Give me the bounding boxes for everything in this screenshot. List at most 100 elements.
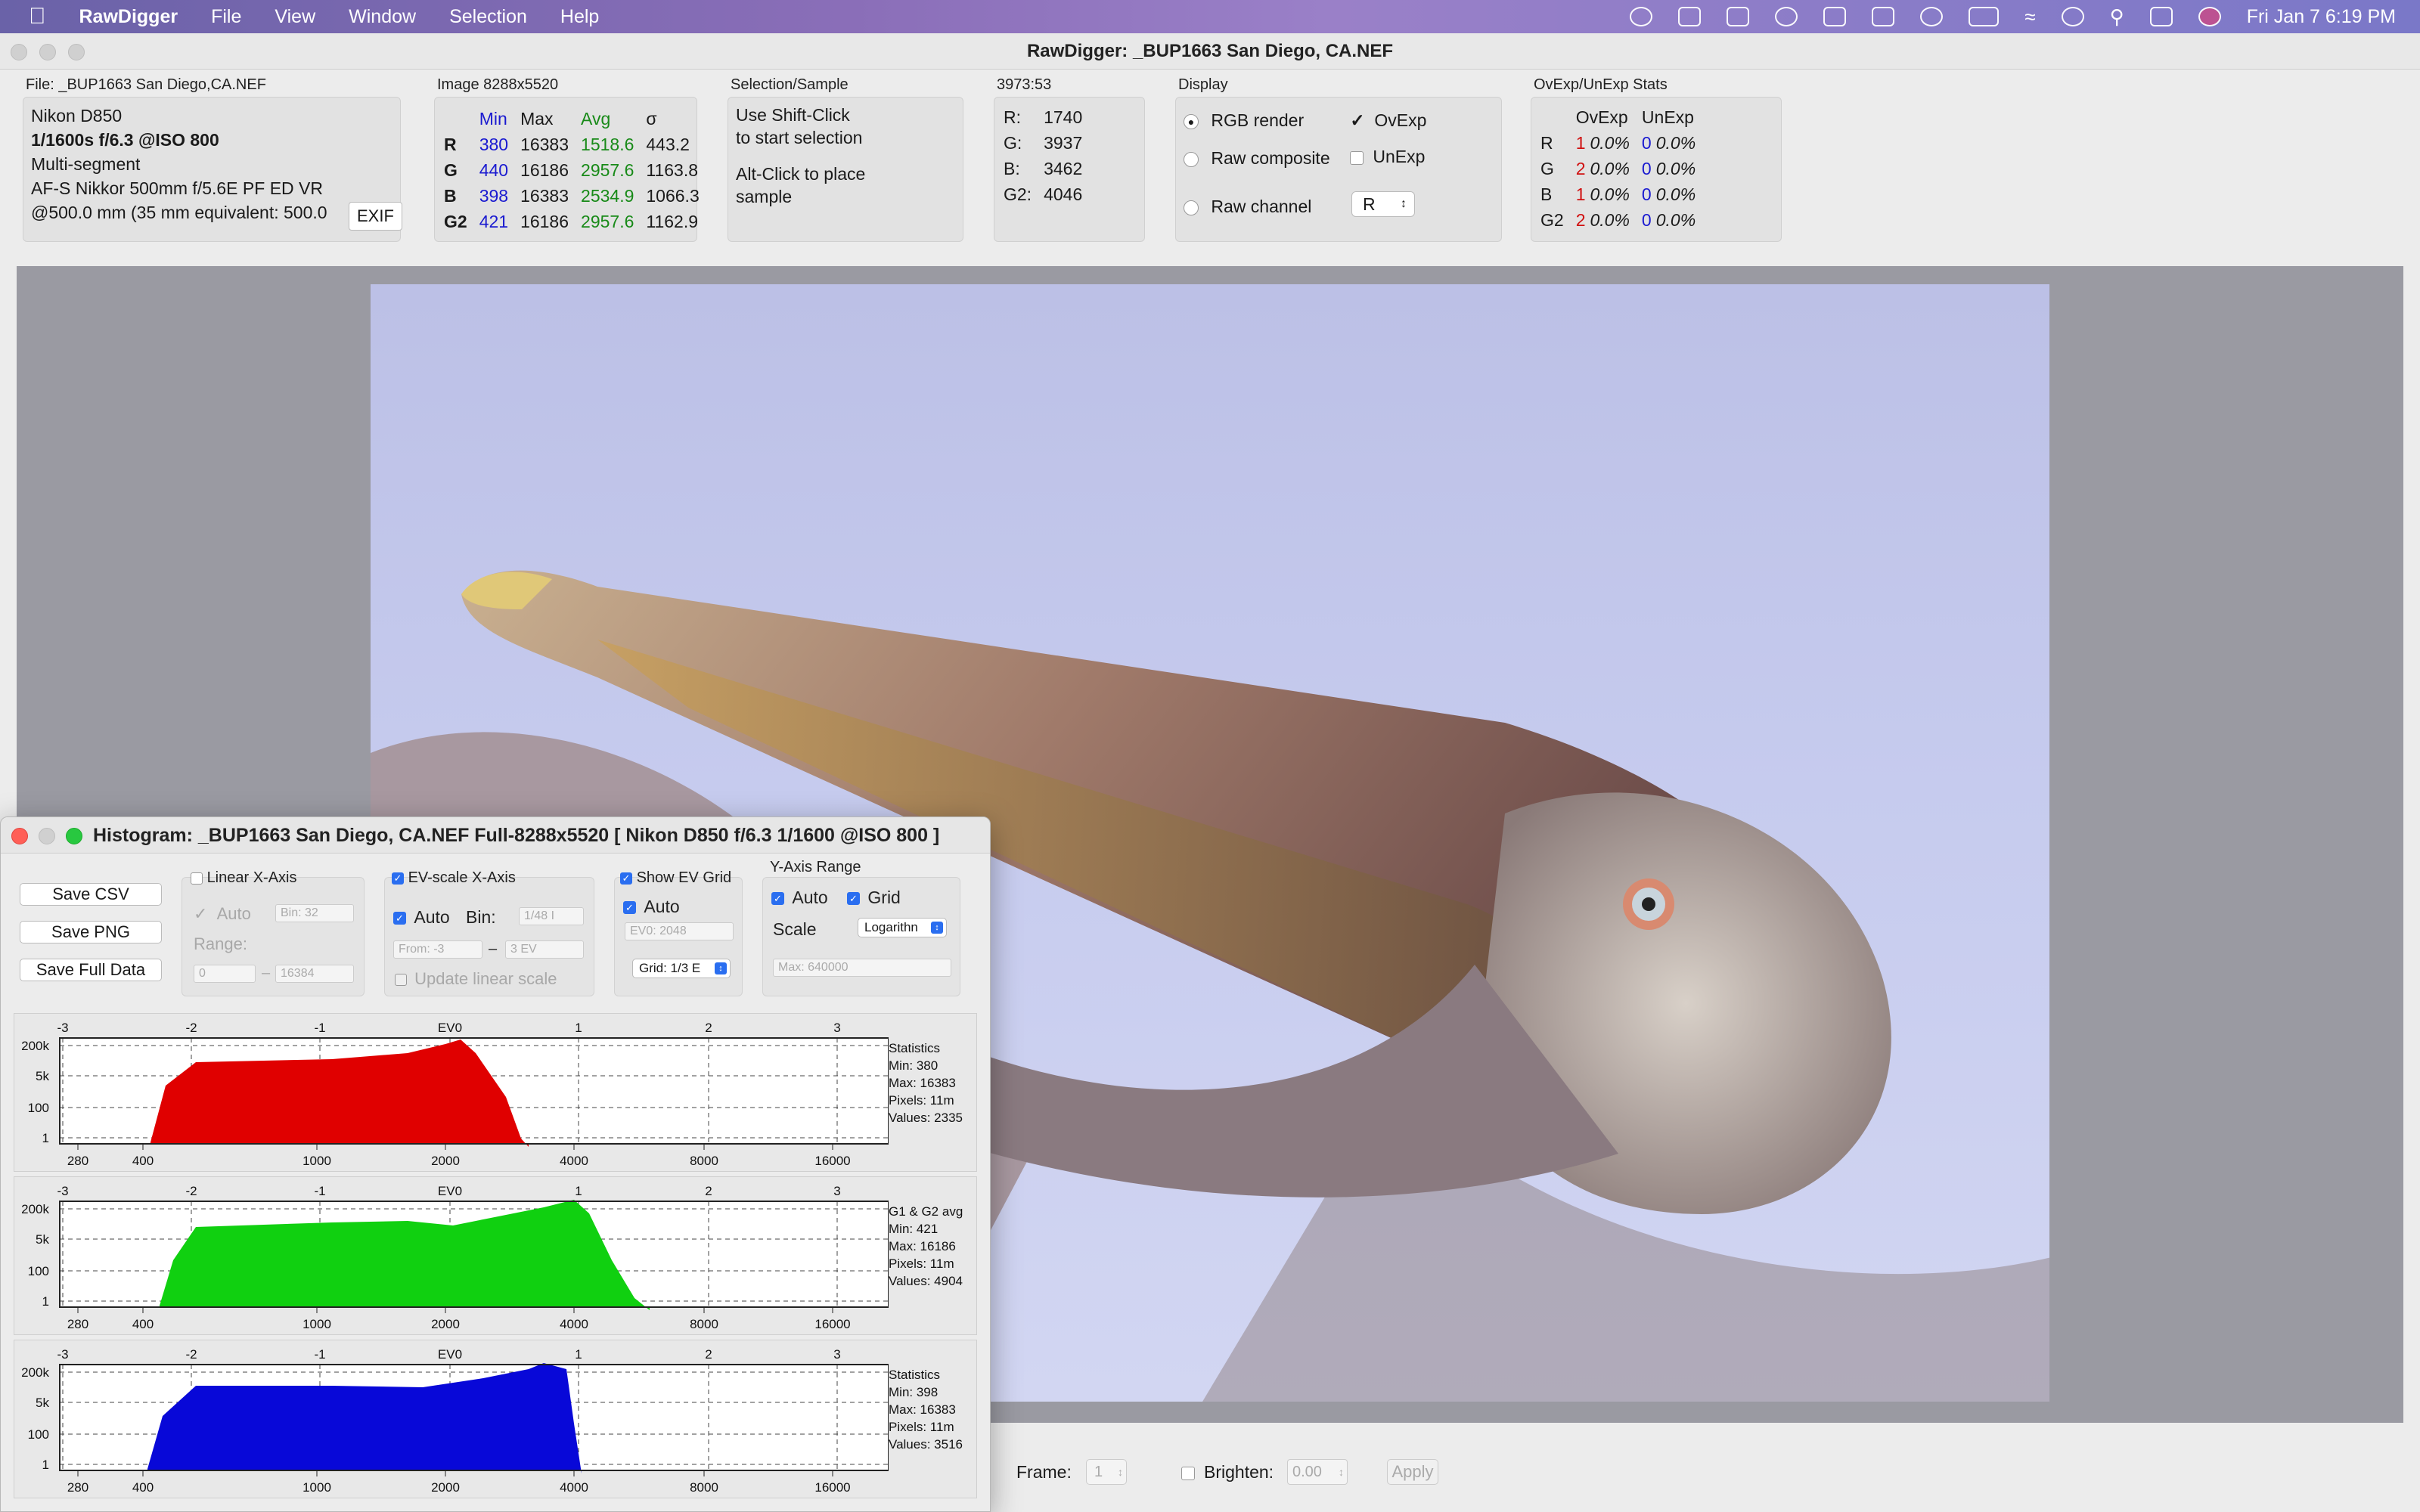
checkbox-icon[interactable] xyxy=(191,872,203,885)
rgb-render-option[interactable]: ● RGB render xyxy=(1184,108,1304,132)
channel-select[interactable]: R ↕ xyxy=(1351,191,1415,217)
user-icon[interactable] xyxy=(2061,7,2084,26)
brighten-input[interactable]: 0.00 ↕ xyxy=(1287,1459,1348,1485)
stat-sigma: 443.2 xyxy=(646,135,690,154)
coord-label: R: xyxy=(1004,107,1021,127)
exif-button[interactable]: EXIF xyxy=(349,202,402,231)
checkbox-icon[interactable] xyxy=(1350,150,1364,165)
update-linear-option[interactable]: Update linear scale xyxy=(395,969,557,989)
file-panel-title: File: _BUP1663 San Diego,CA.NEF xyxy=(26,76,266,93)
window-icon[interactable] xyxy=(1872,7,1895,26)
ev-tick-label: 1 xyxy=(575,1021,582,1035)
film-icon[interactable] xyxy=(1727,7,1750,26)
clock[interactable]: Fri Jan 7 6:19 PM xyxy=(2247,6,2396,28)
checkmark-icon[interactable]: ✓ xyxy=(1350,108,1365,132)
window-close-button[interactable] xyxy=(11,44,27,60)
selection-hint-4: sample xyxy=(736,187,793,206)
menu-selection[interactable]: Selection xyxy=(449,6,527,28)
unexp-percent: 0.0% xyxy=(1655,133,1696,153)
menu-view[interactable]: View xyxy=(275,6,315,28)
ev-from-field[interactable]: From: -3 xyxy=(393,940,482,959)
apple-icon[interactable]:  xyxy=(29,4,46,29)
checkbox-icon[interactable] xyxy=(395,974,407,987)
checkmark-icon[interactable]: ✓ xyxy=(623,901,636,915)
save-png-button[interactable]: Save PNG xyxy=(20,921,162,943)
apply-button[interactable]: Apply xyxy=(1387,1459,1438,1485)
stats-min: Min: 380 xyxy=(889,1058,939,1073)
checkmark-icon[interactable]: ✓ xyxy=(771,892,784,906)
siri-icon[interactable] xyxy=(2198,7,2221,26)
focal-length: @500.0 mm (35 mm equivalent: 500.0 xyxy=(31,203,327,222)
battery-icon[interactable] xyxy=(1969,7,2000,26)
header-ovexp: OvExp xyxy=(1575,107,1628,127)
ev-grid-auto-option[interactable]: ✓ Auto xyxy=(623,897,680,917)
histogram-minimize-button[interactable] xyxy=(39,828,55,844)
stat-max: 16186 xyxy=(520,160,569,180)
stat-min: 380 xyxy=(479,135,509,154)
window-minimize-button[interactable] xyxy=(39,44,56,60)
y-max-field[interactable]: Max: 640000 xyxy=(773,959,951,977)
ev0-field[interactable]: EV0: 2048 xyxy=(625,922,734,940)
show-ev-grid-option[interactable]: ✓ Show EV Grid xyxy=(620,869,731,887)
ev-bin-field[interactable]: 1/48 I xyxy=(519,907,584,925)
ev-x-axis-option[interactable]: ✓ EV-scale X-Axis xyxy=(392,869,516,887)
y-auto-option[interactable]: ✓ Auto xyxy=(771,888,828,908)
ev-tick-label: 3 xyxy=(833,1021,840,1035)
radio-icon[interactable] xyxy=(1184,200,1199,215)
y-grid-option[interactable]: ✓ Grid xyxy=(847,888,901,908)
play-icon[interactable] xyxy=(1920,7,1944,26)
histogram-zoom-button[interactable] xyxy=(66,828,82,844)
x-tick-label: 16000 xyxy=(814,1480,850,1495)
range-to-field[interactable]: 16384 xyxy=(275,965,354,983)
range-from-field[interactable]: 0 xyxy=(194,965,256,983)
channel-label: B xyxy=(1540,184,1553,204)
unexp-count: 0 xyxy=(1641,159,1652,178)
checkmark-icon[interactable]: ✓ xyxy=(620,872,632,885)
menu-window[interactable]: Window xyxy=(349,6,416,28)
ev-auto-label: Auto xyxy=(414,907,450,927)
checkmark-icon[interactable]: ✓ xyxy=(847,892,860,906)
grid-step-select[interactable]: Grid: 1/3 E ↕ xyxy=(632,959,731,978)
raw-channel-option[interactable]: Raw channel xyxy=(1184,194,1311,218)
menu-file[interactable]: File xyxy=(211,6,241,28)
ovexp-checkbox[interactable]: ✓ OvExp xyxy=(1350,108,1426,132)
ev-to-field[interactable]: 3 EV xyxy=(505,940,584,959)
checkmark-icon[interactable]: ✓ xyxy=(392,872,404,885)
linear-x-axis-option[interactable]: Linear X-Axis xyxy=(191,869,297,887)
menu-help[interactable]: Help xyxy=(560,6,599,28)
x-tick-label: 16000 xyxy=(814,1317,850,1331)
selection-hint-3: Alt-Click to place xyxy=(736,164,866,184)
radio-selected-icon[interactable]: ● xyxy=(1184,113,1199,129)
header-avg: Avg xyxy=(581,109,611,129)
scale-select[interactable]: Logarithn ↕ xyxy=(858,918,947,937)
raw-composite-option[interactable]: Raw composite xyxy=(1184,146,1330,170)
malwarebytes-icon[interactable] xyxy=(1823,7,1847,26)
stat-sigma: 1162.9 xyxy=(646,212,699,231)
menu-app-name[interactable]: RawDigger xyxy=(79,6,178,28)
stepper-icon[interactable]: ↕ xyxy=(1339,1460,1344,1484)
wifi-icon[interactable]: ≈ xyxy=(2024,5,2035,29)
linear-auto-option[interactable]: ✓ Auto xyxy=(194,904,251,924)
creative-cloud-icon[interactable] xyxy=(1630,7,1653,26)
save-full-data-button[interactable]: Save Full Data xyxy=(20,959,162,981)
window-title: RawDigger: _BUP1663 San Diego, CA.NEF xyxy=(0,33,2420,70)
stepper-icon[interactable]: ↕ xyxy=(1118,1460,1123,1484)
y-grid-label: Grid xyxy=(867,888,901,907)
coord-label: G2: xyxy=(1004,184,1032,204)
window-zoom-button[interactable] xyxy=(68,44,85,60)
checkmark-icon[interactable]: ✓ xyxy=(393,912,406,925)
histogram-close-button[interactable] xyxy=(11,828,28,844)
unexp-checkbox[interactable]: UnExp xyxy=(1350,144,1425,169)
ev-auto-option[interactable]: ✓ Auto xyxy=(393,907,450,928)
radio-icon[interactable] xyxy=(1184,151,1199,167)
brighten-checkbox[interactable] xyxy=(1181,1467,1195,1480)
frame-stepper[interactable]: 1 ↕ xyxy=(1086,1459,1127,1485)
checkmark-icon[interactable]: ✓ xyxy=(194,904,207,923)
recorder-icon[interactable] xyxy=(1678,7,1702,26)
sync-icon[interactable] xyxy=(1775,7,1798,26)
control-center-icon[interactable] xyxy=(2149,7,2173,26)
x-tick-label: 280 xyxy=(67,1154,88,1168)
search-icon[interactable]: ⚲ xyxy=(2110,5,2124,29)
save-csv-button[interactable]: Save CSV xyxy=(20,883,162,906)
linear-bin-field[interactable]: Bin: 32 xyxy=(275,904,354,922)
